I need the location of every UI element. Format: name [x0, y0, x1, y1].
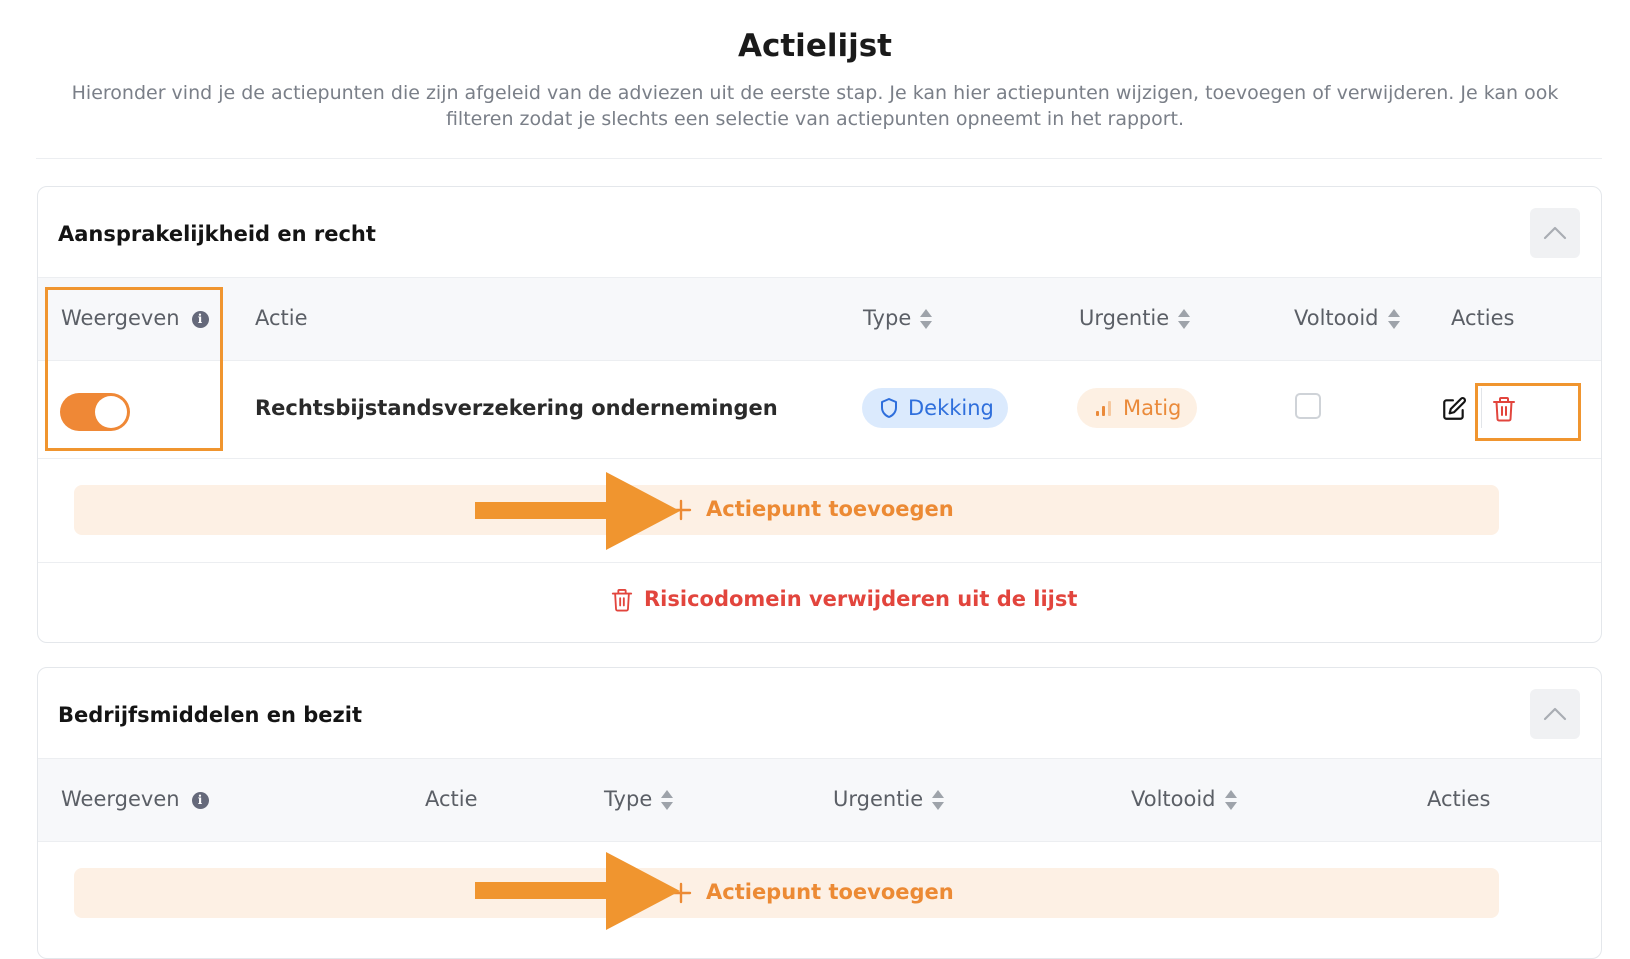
column-type-label: Type: [863, 306, 912, 330]
row-divider: [38, 562, 1601, 563]
column-type-label: Type: [604, 787, 653, 811]
sort-icon: [1178, 309, 1191, 329]
urgency-badge: Matig: [1077, 388, 1197, 428]
add-action-button[interactable]: Actiepunt toevoegen: [74, 868, 1499, 918]
column-urgency[interactable]: Urgentie: [833, 787, 945, 811]
column-urgency[interactable]: Urgentie: [1079, 306, 1191, 330]
chevron-up-icon: [1543, 707, 1567, 721]
column-urgency-label: Urgentie: [833, 787, 924, 811]
page-title: Actielijst: [738, 28, 892, 64]
info-icon[interactable]: i: [191, 310, 209, 328]
section-title: Aansprakelijkheid en recht: [58, 222, 376, 246]
column-action: Actie: [255, 306, 308, 330]
column-action: Actie: [425, 787, 478, 811]
column-done-label: Voltooid: [1294, 306, 1379, 330]
page-intro: Hieronder vind je de actiepunten die zij…: [71, 82, 1559, 130]
column-show: Weergeven i: [61, 787, 209, 811]
shield-icon: [881, 398, 897, 418]
arrow-pointer-icon: [475, 472, 680, 550]
trash-icon: [611, 589, 633, 612]
done-checkbox[interactable]: [1295, 393, 1321, 419]
add-action-label: Actiepunt toevoegen: [706, 497, 954, 521]
table-header: Weergeven i Actie Type Urgentie Voltooid …: [38, 758, 1601, 842]
sort-icon: [920, 309, 933, 329]
delete-button[interactable]: [1481, 385, 1527, 431]
column-show-label: Weergeven: [61, 787, 180, 811]
section-card-aansprakelijkheid: Aansprakelijkheid en recht Weergeven i Ac…: [37, 186, 1602, 643]
column-actions: Acties: [1427, 787, 1491, 811]
column-done[interactable]: Voltooid: [1131, 787, 1238, 811]
signal-bars-icon: [1096, 401, 1111, 416]
section-title: Bedrijfsmiddelen en bezit: [58, 703, 362, 727]
divider: [36, 158, 1602, 159]
row-divider: [38, 458, 1601, 459]
collapse-button[interactable]: [1530, 208, 1580, 258]
sort-icon: [932, 790, 945, 810]
type-badge: Dekking: [862, 388, 1008, 428]
column-urgency-label: Urgentie: [1079, 306, 1170, 330]
trash-icon: [1493, 397, 1515, 422]
chevron-up-icon: [1543, 226, 1567, 240]
info-icon[interactable]: i: [191, 791, 209, 809]
show-toggle[interactable]: [60, 393, 130, 431]
column-done-label: Voltooid: [1131, 787, 1216, 811]
column-type[interactable]: Type: [863, 306, 933, 330]
column-actions: Acties: [1451, 306, 1515, 330]
sort-icon: [1387, 309, 1400, 329]
arrow-pointer-icon: [475, 852, 680, 930]
row-action-text: Rechtsbijstandsverzekering ondernemingen: [255, 396, 778, 420]
add-action-label: Actiepunt toevoegen: [706, 880, 954, 904]
urgency-badge-label: Matig: [1123, 396, 1182, 420]
column-show: Weergeven i: [61, 306, 209, 330]
section-card-bedrijfsmiddelen: Bedrijfsmiddelen en bezit Weergeven i Act…: [37, 667, 1602, 959]
remove-domain-label: Risicodomein verwijderen uit de lijst: [644, 587, 1078, 611]
column-show-label: Weergeven: [61, 306, 180, 330]
type-badge-label: Dekking: [908, 396, 994, 420]
collapse-button[interactable]: [1530, 689, 1580, 739]
add-action-button[interactable]: Actiepunt toevoegen: [74, 485, 1499, 535]
toggle-knob: [95, 396, 127, 428]
edit-button[interactable]: [1430, 385, 1476, 431]
table-header: Weergeven i Actie Type Urgentie Voltooid …: [38, 277, 1601, 361]
edit-icon: [1443, 397, 1466, 420]
column-type[interactable]: Type: [604, 787, 674, 811]
column-done[interactable]: Voltooid: [1294, 306, 1401, 330]
sort-icon: [661, 790, 674, 810]
sort-icon: [1224, 790, 1237, 810]
